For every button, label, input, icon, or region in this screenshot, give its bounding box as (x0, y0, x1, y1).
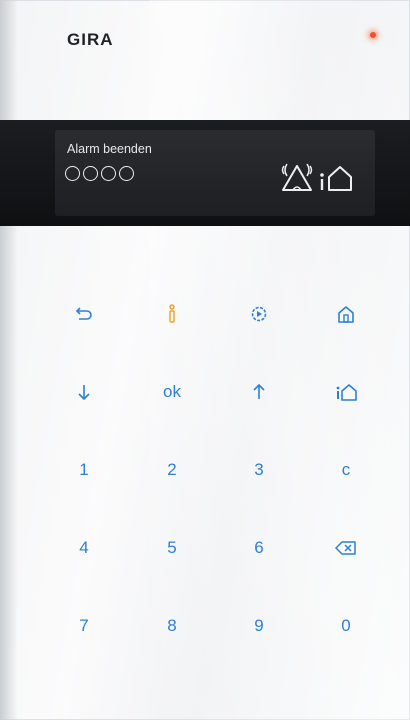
pin-dot (65, 166, 80, 181)
key-4[interactable]: 4 (62, 526, 106, 570)
arrow-down-button[interactable] (62, 370, 106, 414)
backspace-icon (335, 541, 356, 555)
key-6[interactable]: 6 (237, 526, 281, 570)
key-3[interactable]: 3 (237, 448, 281, 492)
status-led (370, 32, 376, 38)
display-panel: Alarm beenden (0, 120, 410, 226)
alarm-bell-icon (281, 163, 352, 191)
display-icons (277, 160, 369, 201)
key-5[interactable]: 5 (150, 526, 194, 570)
key-2[interactable]: 2 (150, 448, 194, 492)
key-9[interactable]: 9 (237, 604, 281, 648)
key-8[interactable]: 8 (150, 604, 194, 648)
pin-dot (101, 166, 116, 181)
settings-button[interactable] (237, 292, 281, 336)
backspace-button[interactable] (324, 526, 368, 570)
back-arrow-icon (75, 307, 92, 320)
key-0[interactable]: 0 (324, 604, 368, 648)
home-icon (338, 306, 354, 323)
info-home-icon (336, 384, 357, 401)
brand-logo: GIRA (67, 30, 114, 49)
home-button[interactable] (324, 292, 368, 336)
clear-button[interactable]: c (324, 448, 368, 492)
info-button[interactable] (150, 292, 194, 336)
pin-dot (119, 166, 134, 181)
settings-icon (251, 306, 267, 322)
info-home-button[interactable] (324, 370, 368, 414)
lcd-screen: Alarm beenden (55, 130, 375, 216)
ok-button[interactable]: ok (150, 370, 194, 414)
arrow-down-icon (78, 385, 90, 401)
key-1[interactable]: 1 (62, 448, 106, 492)
arrow-up-icon (253, 383, 265, 399)
status-text: Alarm beenden (67, 142, 152, 156)
back-button[interactable] (62, 292, 106, 336)
pin-indicator (65, 166, 134, 181)
info-icon (169, 304, 175, 323)
pin-dot (83, 166, 98, 181)
key-7[interactable]: 7 (62, 604, 106, 648)
arrow-up-button[interactable] (237, 370, 281, 414)
